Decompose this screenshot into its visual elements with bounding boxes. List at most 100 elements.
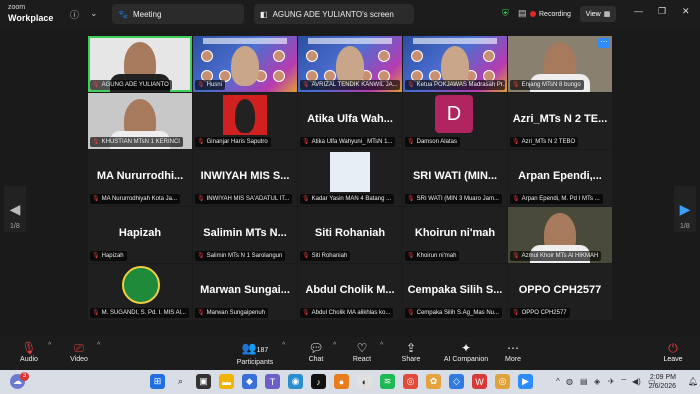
app4-icon[interactable]: ✿ bbox=[426, 374, 441, 389]
app5-icon[interactable]: ◇ bbox=[449, 374, 464, 389]
view-button[interactable]: View ▦ bbox=[580, 6, 616, 22]
participant-tile[interactable]: Salimin MTs N... 🎙︎ Salimin MTs N 1 Sarola… bbox=[193, 207, 297, 263]
participants-caret-icon[interactable]: ^ bbox=[282, 342, 285, 349]
volume-icon[interactable]: ◀) bbox=[632, 377, 641, 386]
mic-muted-icon: 🎙︎ bbox=[197, 253, 205, 259]
teams-icon[interactable]: T bbox=[265, 374, 280, 389]
chat-label: Chat bbox=[308, 356, 324, 363]
participant-tile[interactable]: 🎙︎ KHUSTIAN MTsN 1 KERINCI bbox=[88, 93, 192, 149]
tray-app3-icon[interactable]: ◈ bbox=[594, 377, 600, 386]
participant-name: Arpan Ependi, M. Pd I MTs ... bbox=[521, 196, 600, 202]
tab-screen-share[interactable]: ◧ AGUNG ADE YULIANTO's screen bbox=[254, 4, 414, 24]
participant-tile[interactable]: Cempaka Silih S... 🎙︎ Cempaka Silih S.Ag_M… bbox=[403, 264, 507, 320]
gallery-view: 🎙︎ AGUNG ADE YULIANTO 🎙︎ Husni 🎙︎ AVRIZAL TEN… bbox=[0, 28, 700, 337]
notification-badge: 3 bbox=[20, 372, 29, 381]
video-label: Video bbox=[70, 356, 88, 363]
tray-app-icon[interactable]: ◍ bbox=[566, 377, 573, 386]
participant-name: MA Nururrodhiyah Kota Ja... bbox=[101, 196, 177, 202]
participant-tile[interactable]: 🎙︎ AGUNG ADE YULIANTO bbox=[88, 36, 192, 92]
wps-icon[interactable]: W bbox=[472, 374, 487, 389]
shield-icon[interactable]: ⛨ bbox=[502, 8, 509, 19]
store-icon[interactable]: ◆ bbox=[242, 374, 257, 389]
chevron-up-icon[interactable]: ^ bbox=[556, 377, 560, 386]
participant-tile[interactable]: 🎙︎ M. SUGANDI, S. Pd. I. MIS Al... bbox=[88, 264, 192, 320]
close-icon[interactable]: ✕ bbox=[682, 6, 690, 17]
ai-companion-button[interactable]: ✦ AI Companion bbox=[436, 340, 496, 363]
participant-name-label: 🎙︎ MA Nururrodhiyah Kota Ja... bbox=[90, 194, 180, 204]
audio-caret-icon[interactable]: ^ bbox=[48, 342, 51, 349]
participant-name: Abdul Cholik MA alikhlas ko... bbox=[311, 310, 391, 316]
participant-display-name: Siti Rohaniah bbox=[314, 227, 386, 239]
app3-icon[interactable]: ◐ bbox=[357, 374, 372, 389]
participant-name-label: 🎙︎ Cempaka Silih S.Ag_Mas Nu... bbox=[405, 308, 502, 318]
participant-tile[interactable]: 🎙︎ Enjang MTsN 8 bungo ⋯ bbox=[508, 36, 612, 92]
mic-muted-icon: 🎙︎ bbox=[92, 310, 100, 316]
participants-button[interactable]: 👥187 Participants bbox=[230, 340, 280, 366]
mic-muted-icon: 🎙︎ bbox=[512, 310, 520, 316]
share-icon: ⇪ bbox=[405, 341, 417, 355]
react-caret-icon[interactable]: ^ bbox=[380, 342, 383, 349]
tab-meeting[interactable]: 🐾 Meeting bbox=[112, 4, 244, 24]
spotify-icon[interactable]: ≋ bbox=[380, 374, 395, 389]
leave-button[interactable]: ⏻ Leave bbox=[648, 340, 698, 363]
participant-tile[interactable]: Hapizah 🎙︎ Hapizah bbox=[88, 207, 192, 263]
info-icon[interactable]: ⓘ bbox=[70, 8, 79, 21]
chrome-icon[interactable]: ◎ bbox=[403, 374, 418, 389]
participant-tile[interactable]: OPPO CPH2577 🎙︎ OPPO CPH2577 bbox=[508, 264, 612, 320]
participant-tile[interactable]: D 🎙︎ Damson Alatas bbox=[403, 93, 507, 149]
participant-name: Enjang MTsN 8 bungo bbox=[521, 82, 581, 88]
participant-tile[interactable]: Atika Ulfa Wah... 🎙︎ Atika Ulfa Wahyuni_ M… bbox=[298, 93, 402, 149]
task-view-icon[interactable]: ▣ bbox=[196, 374, 211, 389]
participant-tile[interactable]: Azri_MTs N 2 TE... 🎙︎ Azri_MTs N 2 TEBO bbox=[508, 93, 612, 149]
video-caret-icon[interactable]: ^ bbox=[97, 342, 100, 349]
poster-face bbox=[273, 50, 285, 62]
participant-tile[interactable]: Khoirun ni'mah 🎙︎ Khoirun ni'mah bbox=[403, 207, 507, 263]
participant-tile[interactable]: 🎙︎ Ginanjar Haris Saputro bbox=[193, 93, 297, 149]
participant-name: KHUSTIAN MTsN 1 KERINCI bbox=[101, 139, 180, 145]
participant-tile[interactable]: Arpan Ependi,... 🎙︎ Arpan Ependi, M. Pd I … bbox=[508, 150, 612, 206]
profile-person bbox=[235, 99, 255, 133]
participant-tile[interactable]: Siti Rohaniah 🎙︎ Siti Rohaniah bbox=[298, 207, 402, 263]
zoom-taskbar-icon[interactable]: ▶ bbox=[518, 374, 533, 389]
participant-tile[interactable]: 🎙︎ AVRIZAL TENDIK KANWIL JA... bbox=[298, 36, 402, 92]
audio-button[interactable]: 🎙︎ Audio bbox=[4, 340, 54, 363]
participant-tile[interactable]: INWIYAH MIS S... 🎙︎ INWIYAH MIS SA'ADATUL … bbox=[193, 150, 297, 206]
share-button[interactable]: ⇪ Share bbox=[386, 340, 436, 363]
tray-app2-icon[interactable]: ▤ bbox=[580, 377, 588, 386]
bell-icon[interactable]: 🔔︎ bbox=[688, 377, 698, 386]
stats-icon[interactable]: ▤ bbox=[518, 8, 527, 19]
file-explorer-icon[interactable]: ▬ bbox=[219, 374, 234, 389]
participant-tile[interactable]: MA Nururrodhi... 🎙︎ MA Nururrodhiyah Kota … bbox=[88, 150, 192, 206]
tiktok-icon[interactable]: ♪ bbox=[311, 374, 326, 389]
mic-muted-icon: 🎙︎ bbox=[407, 82, 415, 88]
clock[interactable]: 2:09 PM 2/6/2026 bbox=[649, 373, 676, 391]
search-icon[interactable]: ⌕ bbox=[173, 374, 188, 389]
recording-indicator[interactable]: Recording bbox=[530, 6, 571, 22]
more-button[interactable]: ⋯ More bbox=[488, 340, 538, 363]
participant-tile[interactable]: 🎙︎ Husni bbox=[193, 36, 297, 92]
tray-app4-icon[interactable]: ✈ bbox=[608, 377, 615, 386]
participant-tile[interactable]: SRI WATI (MIN... 🎙︎ SRI WATI (MIN 3 Muaro … bbox=[403, 150, 507, 206]
view-label: View bbox=[585, 10, 601, 18]
mic-muted-icon: 🎙︎ bbox=[197, 310, 205, 316]
mic-muted-icon: 🎙︎ bbox=[512, 196, 520, 202]
participant-tile[interactable]: 🎙︎ Kadar Yasin MAN 4 Batang ... bbox=[298, 150, 402, 206]
wifi-icon[interactable]: ⌔ bbox=[620, 377, 628, 387]
more-icon: ⋯ bbox=[507, 341, 519, 355]
minimize-icon[interactable]: — bbox=[634, 6, 643, 16]
tab-meeting-label: Meeting bbox=[132, 9, 162, 19]
chrome-profile-icon[interactable]: ◎ bbox=[495, 374, 510, 389]
chevron-down-icon[interactable]: ⌄ bbox=[90, 8, 98, 19]
app-icon[interactable]: ◉ bbox=[288, 374, 303, 389]
participant-tile[interactable]: 🎙︎ Azmul Khoir MTs Al HIKMAH bbox=[508, 207, 612, 263]
maximize-icon[interactable]: ❐ bbox=[658, 6, 666, 17]
participant-tile[interactable]: Abdul Cholik M... 🎙︎ Abdul Cholik MA alikh… bbox=[298, 264, 402, 320]
chat-caret-icon[interactable]: ^ bbox=[333, 342, 336, 349]
start-icon[interactable]: ⊞ bbox=[150, 374, 165, 389]
mic-muted-icon: 🎙︎ bbox=[92, 139, 100, 145]
leave-icon: ⏻ bbox=[668, 341, 678, 355]
tile-more-icon[interactable]: ⋯ bbox=[598, 38, 610, 48]
participant-tile[interactable]: Marwan Sungai... 🎙︎ Marwan Sungaipenuh bbox=[193, 264, 297, 320]
participant-tile[interactable]: 🎙︎ Ketua POKJAWAS Madrasah Pr... bbox=[403, 36, 507, 92]
app2-icon[interactable]: ● bbox=[334, 374, 349, 389]
